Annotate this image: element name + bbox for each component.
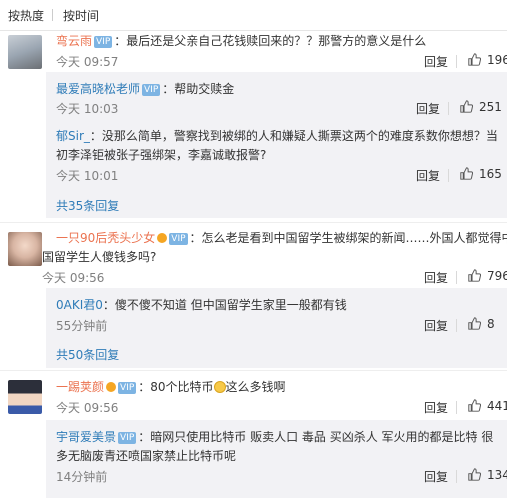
thumbs-up-icon: [468, 53, 482, 66]
reply-button[interactable]: 回复: [424, 53, 448, 70]
sort-bar: 按热度 按时间: [0, 0, 507, 31]
avatar[interactable]: [8, 232, 42, 266]
comment-text: ：80个比特币: [138, 380, 214, 394]
vip-badge-icon: VIP: [94, 36, 113, 48]
action-divider: [448, 169, 449, 182]
reply-button[interactable]: 回复: [424, 317, 448, 334]
like-count: 251: [479, 100, 502, 114]
thumbs-up-icon: [460, 100, 474, 113]
reply-time: 今天 10:01: [56, 169, 119, 183]
like-count: 134: [487, 468, 507, 482]
action-divider: [456, 470, 457, 483]
reply-1: 最爱高晓松老师 VIP ：帮助交赎金: [56, 80, 234, 98]
action-divider: [456, 55, 457, 68]
reply-text: ：帮助交赎金: [162, 82, 235, 96]
action-divider: [456, 271, 457, 284]
reply-1: 0AKI君0：傻不傻不知道 但中国留学生家里一般都有钱: [56, 296, 347, 314]
sort-by-hot-tab[interactable]: 按热度: [8, 7, 44, 24]
reply-button[interactable]: 回复: [424, 468, 448, 485]
reply-text: ：暗网只使用比特币 贩卖人口 毒品 买凶杀人 军火用的都是比特 很: [138, 430, 494, 444]
reply-button[interactable]: 回复: [416, 100, 440, 117]
like-button[interactable]: 441: [468, 399, 507, 413]
comment-text: ：最后还是父亲自己花钱赎回来的？？那警方的意义是什么: [114, 34, 427, 48]
vip-badge-icon: VIP: [118, 432, 137, 444]
reply-time: 55分钟前: [56, 319, 108, 333]
like-count: 796: [487, 269, 507, 283]
like-button[interactable]: 1969: [468, 53, 507, 67]
reply-button[interactable]: 回复: [424, 399, 448, 416]
reply-1: 宇哥爱美景 VIP ：暗网只使用比特币 贩卖人口 毒品 买凶杀人 军火用的都是比特 …: [56, 428, 493, 446]
thumbs-up-icon: [468, 317, 482, 330]
vip-badge-icon: VIP: [118, 382, 137, 394]
reply-username[interactable]: 0AKI君0: [56, 298, 103, 312]
avatar[interactable]: [8, 380, 42, 414]
reply-2: 郁Sir_：没那么简单，警察找到被绑的人和嫌疑人撕票这两个的难度系数你想想？当: [56, 127, 498, 145]
crown-icon: [157, 233, 168, 243]
reply-time: 14分钟前: [56, 470, 108, 484]
more-replies-link[interactable]: 共50条回复: [56, 346, 119, 363]
crown-icon: [106, 382, 117, 392]
reply-text-line-2: 初李泽钜被张子强绑架，李嘉诚敢报警?: [56, 148, 267, 162]
comment-username[interactable]: 一踢荚颜: [56, 380, 104, 394]
comment-divider: [0, 370, 507, 371]
like-button[interactable]: 165: [460, 167, 502, 181]
reply-username[interactable]: 宇哥爱美景: [56, 430, 116, 444]
like-count: 1969: [487, 53, 507, 67]
vip-badge-icon: VIP: [169, 233, 188, 245]
comment-text-line-2: 国留学生人傻钱多吗?: [42, 250, 157, 264]
more-replies-link[interactable]: 共35条回复: [56, 197, 119, 214]
reply-username[interactable]: 郁Sir_: [56, 129, 90, 143]
like-count: 8: [487, 317, 495, 331]
like-button[interactable]: 134: [468, 468, 507, 482]
reply-username[interactable]: 最爱高晓松老师: [56, 82, 140, 96]
action-divider: [456, 319, 457, 332]
like-button[interactable]: 8: [468, 317, 495, 331]
action-divider: [448, 102, 449, 115]
comment-text-end: 这么多钱啊: [225, 380, 286, 394]
vip-badge-icon: VIP: [142, 84, 161, 96]
like-count: 441: [487, 399, 507, 413]
sort-divider: [52, 9, 53, 21]
like-button[interactable]: 796: [468, 269, 507, 283]
reply-time: 今天 10:03: [56, 102, 119, 116]
comment-text: ：怎么老是看到中国留学生被绑架的新闻……外国人都觉得中: [189, 231, 507, 245]
sort-by-time-tab[interactable]: 按时间: [63, 7, 99, 24]
avatar[interactable]: [8, 35, 42, 69]
smiley-emoji-icon: [213, 381, 226, 393]
comment-username[interactable]: 一只90后秃头少女: [56, 231, 155, 245]
reply-button[interactable]: 回复: [424, 269, 448, 286]
like-count: 165: [479, 167, 502, 181]
comment-time: 今天 09:57: [56, 55, 119, 69]
thumbs-up-icon: [460, 167, 474, 180]
comment-divider: [0, 222, 507, 223]
comment-username[interactable]: 弯云雨: [56, 34, 92, 48]
reply-text-line-2: 多无脑废青还喷国家禁止比特币呢: [56, 449, 237, 463]
reply-button[interactable]: 回复: [416, 167, 440, 184]
comment-time: 今天 09:56: [42, 271, 105, 285]
thumbs-up-icon: [468, 269, 482, 282]
reply-text: ：没那么简单，警察找到被绑的人和嫌疑人撕票这两个的难度系数你想想？当: [89, 129, 498, 143]
reply-text: ：傻不傻不知道 但中国留学生家里一般都有钱: [102, 298, 347, 312]
comment-time: 今天 09:56: [56, 401, 119, 415]
thumbs-up-icon: [468, 468, 482, 481]
like-button[interactable]: 251: [460, 100, 502, 114]
action-divider: [456, 401, 457, 414]
thumbs-up-icon: [468, 399, 482, 412]
